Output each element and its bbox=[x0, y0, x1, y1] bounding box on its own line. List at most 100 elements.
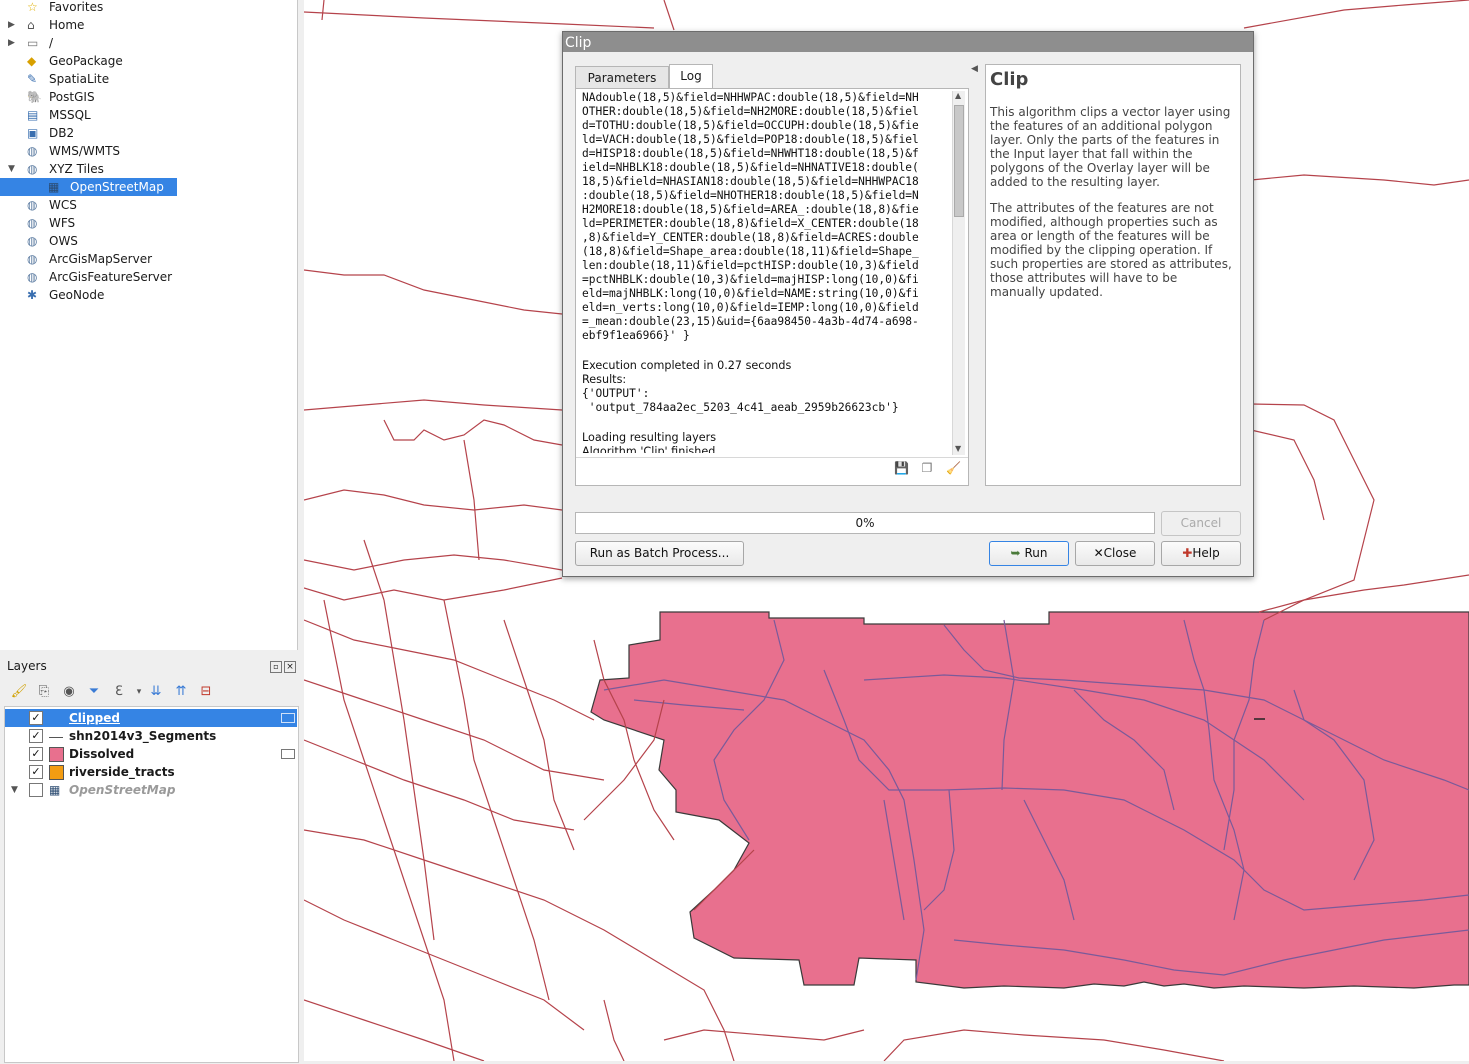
log-text[interactable]: NAdouble(18,5)&field=NHHWPAC:double(18,5… bbox=[582, 91, 947, 453]
float-panel-icon[interactable]: ▫ bbox=[270, 661, 282, 673]
browser-item-wfs[interactable]: ◍ WFS bbox=[0, 214, 297, 232]
close-button[interactable]: ✕Close bbox=[1075, 541, 1155, 566]
tab-log[interactable]: Log bbox=[669, 64, 713, 90]
no-symbol-icon bbox=[49, 711, 63, 725]
browser-item-wms-wmts[interactable]: ◍ WMS/WMTS bbox=[0, 142, 297, 160]
expression-filter-icon[interactable]: ℇ bbox=[110, 683, 128, 701]
browser-item-ows[interactable]: ◍ OWS bbox=[0, 232, 297, 250]
collapse-all-icon[interactable]: ⇈ bbox=[172, 683, 190, 701]
fill-symbol-icon bbox=[49, 765, 64, 780]
expand-all-icon[interactable]: ⇊ bbox=[147, 683, 165, 701]
layer-indicator-icon[interactable] bbox=[281, 713, 295, 723]
browser-item-spatialite[interactable]: ✎ SpatiaLite bbox=[0, 70, 297, 88]
dialog-title: Clip bbox=[565, 35, 592, 51]
log-line: ebf9f1ea6966}' } bbox=[582, 329, 690, 342]
run-batch-button[interactable]: Run as Batch Process... bbox=[575, 541, 744, 566]
collapse-help-icon[interactable]: ◀ bbox=[971, 64, 978, 74]
log-line: Execution completed in 0.27 seconds bbox=[582, 359, 792, 372]
copy-log-icon[interactable]: ❐ bbox=[920, 461, 934, 475]
progress-bar: 0% bbox=[575, 512, 1155, 534]
layer-visibility-checkbox[interactable]: ✓ bbox=[29, 747, 43, 761]
browser-item-mssql[interactable]: ▤ MSSQL bbox=[0, 106, 297, 124]
cancel-button[interactable]: Cancel bbox=[1161, 511, 1241, 536]
help-title: Clip bbox=[990, 69, 1029, 90]
browser-item-arcgisfeatureserver[interactable]: ◍ ArcGisFeatureServer bbox=[0, 268, 297, 286]
log-line: d=HISP18:double(18,5)&field=NHWHT18:doub… bbox=[582, 147, 919, 160]
layer-name: shn2014v3_Segments bbox=[69, 729, 217, 743]
collapse-arrow-icon[interactable]: ▼ bbox=[8, 160, 20, 178]
browser-item-postgis[interactable]: 🐘 PostGIS bbox=[0, 88, 297, 106]
tab-parameters[interactable]: Parameters bbox=[575, 66, 669, 89]
expand-arrow-icon[interactable]: ▶ bbox=[8, 16, 20, 34]
help-button[interactable]: ✚Help bbox=[1161, 541, 1241, 566]
browser-item-favorites[interactable]: ☆ Favorites bbox=[0, 0, 297, 16]
log-line: d=TOTHU:double(18,5)&field=OCCUPH:double… bbox=[582, 119, 919, 132]
log-line: eld=n_verts:long(10,0)&field=IEMP:long(1… bbox=[582, 301, 919, 314]
browser-item-label: ArcGisFeatureServer bbox=[49, 270, 173, 284]
layer-name: Clipped bbox=[69, 711, 120, 725]
browser-item-[interactable]: ▶ ▭ / bbox=[0, 34, 297, 52]
browser-item-geopackage[interactable]: ◆ GeoPackage bbox=[0, 52, 297, 70]
mssql-icon: ▤ bbox=[27, 108, 39, 122]
scroll-up-icon[interactable]: ▲ bbox=[955, 91, 961, 100]
browser-item-label: MSSQL bbox=[49, 108, 91, 122]
clip-dialog: Clip Parameters Log ◀ NAdouble(18,5)&fie… bbox=[562, 31, 1254, 577]
browser-item-geonode[interactable]: ✱ GeoNode bbox=[0, 286, 297, 304]
layer-visibility-checkbox[interactable]: ✓ bbox=[29, 765, 43, 779]
star-icon: ☆ bbox=[27, 0, 38, 14]
browser-item-label: ArcGisMapServer bbox=[49, 252, 153, 266]
layer-row-openstreetmap[interactable]: ▼ ▦ OpenStreetMap bbox=[5, 781, 297, 799]
browser-item-label: GeoPackage bbox=[49, 54, 123, 68]
home-icon: ⌂ bbox=[27, 18, 35, 32]
browser-item-home[interactable]: ▶ ⌂ Home bbox=[0, 16, 297, 34]
layer-visibility-checkbox[interactable] bbox=[29, 783, 43, 797]
filter-icon[interactable]: ⏷ bbox=[85, 683, 103, 701]
run-button[interactable]: ➥ Run bbox=[989, 541, 1069, 566]
browser-item-arcgismapserver[interactable]: ◍ ArcGisMapServer bbox=[0, 250, 297, 268]
browser-item-wcs[interactable]: ◍ WCS bbox=[0, 196, 297, 214]
layer-name: riverside_tracts bbox=[69, 765, 175, 779]
help-icon: ✚ bbox=[1182, 546, 1193, 560]
remove-layer-icon[interactable]: ⊟ bbox=[197, 683, 215, 701]
help-paragraph-2: The attributes of the features are not m… bbox=[990, 201, 1232, 299]
postgis-icon: 🐘 bbox=[27, 90, 42, 104]
browser-item-label: OpenStreetMap bbox=[70, 180, 164, 194]
browser-item-openstreetmap[interactable]: ▦ OpenStreetMap bbox=[0, 178, 177, 196]
scroll-thumb[interactable] bbox=[954, 105, 964, 217]
globe-icon: ◍ bbox=[27, 144, 38, 158]
visibility-icon[interactable]: ◉ bbox=[60, 683, 78, 701]
globe-icon: ◍ bbox=[27, 252, 38, 266]
add-group-icon[interactable]: ⎘ bbox=[35, 683, 53, 701]
browser-item-label: XYZ Tiles bbox=[49, 162, 104, 176]
layer-visibility-checkbox[interactable]: ✓ bbox=[29, 729, 43, 743]
browser-item-label: Favorites bbox=[49, 0, 104, 14]
log-line: H2MORE18:double(18,5)&field=AREA_:double… bbox=[582, 203, 919, 216]
help-paragraph-1: This algorithm clips a vector layer usin… bbox=[990, 105, 1231, 189]
browser-item-label: SpatiaLite bbox=[49, 72, 110, 86]
scroll-down-icon[interactable]: ▼ bbox=[955, 444, 961, 453]
layer-name: Dissolved bbox=[69, 747, 135, 761]
expand-arrow-icon[interactable]: ▶ bbox=[8, 34, 20, 52]
dissolved-polygon bbox=[590, 611, 1469, 989]
browser-item-db2[interactable]: ▣ DB2 bbox=[0, 124, 297, 142]
geopackage-icon: ◆ bbox=[27, 54, 37, 68]
dialog-titlebar[interactable]: Clip bbox=[563, 32, 1253, 52]
clear-log-icon[interactable]: 🧹 bbox=[946, 461, 961, 475]
layer-indicator-icon[interactable] bbox=[281, 749, 295, 759]
layer-visibility-checkbox[interactable]: ✓ bbox=[29, 711, 43, 725]
chevron-down-icon[interactable]: ▾ bbox=[130, 683, 148, 701]
run-label: Run bbox=[1024, 546, 1048, 560]
collapse-arrow-icon[interactable]: ▼ bbox=[11, 781, 18, 799]
layer-row-shn2014v3-segments[interactable]: ✓ shn2014v3_Segments bbox=[5, 727, 297, 745]
save-log-icon[interactable]: 💾 bbox=[894, 461, 909, 475]
browser-item-xyz-tiles[interactable]: ▼ ◍ XYZ Tiles bbox=[0, 160, 297, 178]
layer-row-clipped[interactable]: ✓ Clipped bbox=[5, 709, 297, 727]
log-line: 'output_784aa2ec_5203_4c41_aeab_2959b266… bbox=[582, 401, 899, 414]
layer-row-dissolved[interactable]: ✓ Dissolved bbox=[5, 745, 297, 763]
style-manager-icon[interactable]: 🖌 bbox=[10, 683, 28, 701]
tiles-icon: ▦ bbox=[48, 180, 60, 194]
globe-icon: ◍ bbox=[27, 216, 38, 230]
close-panel-icon[interactable]: × bbox=[284, 661, 296, 673]
log-scrollbar[interactable]: ▲ ▼ bbox=[952, 91, 965, 455]
layer-row-riverside-tracts[interactable]: ✓ riverside_tracts bbox=[5, 763, 297, 781]
